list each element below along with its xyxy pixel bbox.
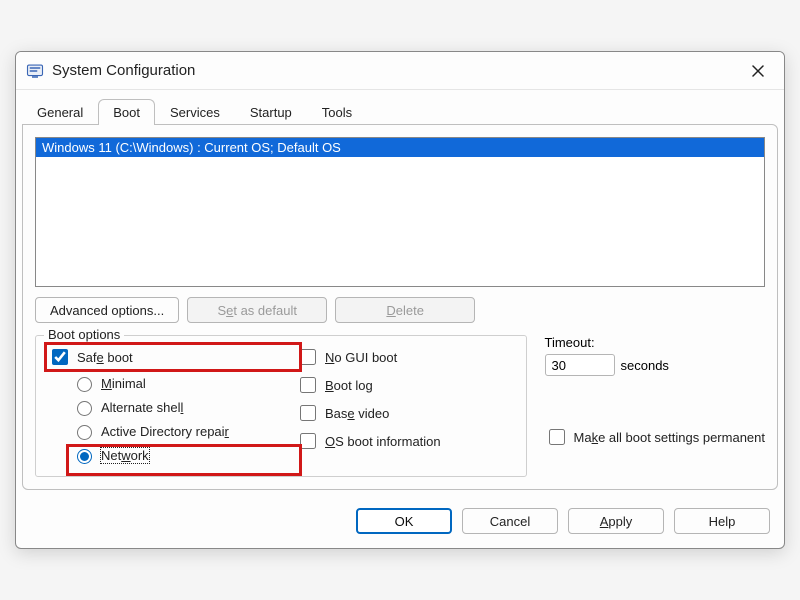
boot-options-fieldset: Boot options Safe boot Minimal — [35, 335, 527, 477]
apply-button[interactable]: Apply — [568, 508, 664, 534]
ok-button[interactable]: OK — [356, 508, 452, 534]
boot-log-checkbox[interactable]: Boot log — [296, 374, 486, 396]
lower-section: Boot options Safe boot Minimal — [35, 335, 765, 477]
mode-minimal-radio[interactable]: Minimal — [72, 374, 278, 392]
timeout-label: Timeout: — [545, 335, 766, 350]
mode-altshell-radio[interactable]: Alternate shell — [72, 398, 278, 416]
os-buttons-row: Advanced options... Set as default Delet… — [35, 297, 765, 323]
window-title: System Configuration — [52, 62, 195, 79]
base-video-checkbox[interactable]: Base video — [296, 402, 486, 424]
mode-adrepair-input[interactable] — [77, 425, 92, 440]
tabstrip: General Boot Services Startup Tools — [16, 90, 784, 124]
help-button[interactable]: Help — [674, 508, 770, 534]
boot-options-legend: Boot options — [44, 327, 124, 342]
base-video-input[interactable] — [300, 405, 316, 421]
tab-general[interactable]: General — [22, 99, 98, 125]
system-configuration-window: System Configuration General Boot Servic… — [15, 51, 785, 549]
boot-options-right-col: No GUI boot Boot log Base video OS — [296, 346, 486, 464]
close-button[interactable] — [742, 57, 774, 85]
no-gui-boot-input[interactable] — [300, 349, 316, 365]
boot-log-input[interactable] — [300, 377, 316, 393]
timeout-unit: seconds — [621, 358, 669, 373]
os-list[interactable]: Windows 11 (C:\Windows) : Current OS; De… — [35, 137, 765, 287]
os-list-item[interactable]: Windows 11 (C:\Windows) : Current OS; De… — [36, 138, 764, 157]
close-icon — [752, 65, 764, 77]
delete-button: Delete — [335, 297, 475, 323]
tab-tools[interactable]: Tools — [307, 99, 367, 125]
mode-adrepair-radio[interactable]: Active Directory repair — [72, 422, 278, 440]
mode-network-radio[interactable]: Network — [72, 446, 278, 464]
mode-altshell-input[interactable] — [77, 401, 92, 416]
safe-boot-checkbox[interactable]: Safe boot — [48, 346, 278, 368]
tab-services[interactable]: Services — [155, 99, 235, 125]
timeout-input[interactable] — [545, 354, 615, 376]
os-boot-info-checkbox[interactable]: OS boot information — [296, 430, 486, 452]
mode-minimal-input[interactable] — [77, 377, 92, 392]
mode-network-input[interactable] — [77, 449, 92, 464]
tab-startup[interactable]: Startup — [235, 99, 307, 125]
boot-tab-panel: Windows 11 (C:\Windows) : Current OS; De… — [22, 124, 778, 490]
no-gui-boot-checkbox[interactable]: No GUI boot — [296, 346, 486, 368]
safe-boot-input[interactable] — [52, 349, 68, 365]
cancel-button[interactable]: Cancel — [462, 508, 558, 534]
make-permanent-input[interactable] — [549, 429, 565, 445]
set-default-button: Set as default — [187, 297, 327, 323]
tab-boot[interactable]: Boot — [98, 99, 155, 125]
timeout-block: Timeout: seconds Make all boot settings … — [545, 335, 766, 448]
msconfig-icon — [26, 62, 44, 80]
titlebar: System Configuration — [16, 52, 784, 90]
dialog-footer: OK Cancel Apply Help — [16, 500, 784, 548]
make-permanent-checkbox[interactable]: Make all boot settings permanent — [545, 426, 766, 448]
boot-options-left-col: Safe boot Minimal Alternate shell — [48, 346, 278, 464]
advanced-options-button[interactable]: Advanced options... — [35, 297, 179, 323]
os-boot-info-input[interactable] — [300, 433, 316, 449]
